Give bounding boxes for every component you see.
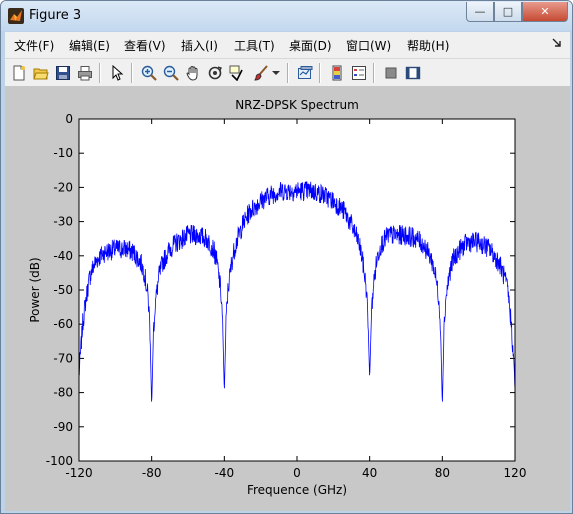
figure-window: Figure 3 — □ ✕ 文件(F) 编辑(E) 查看(V) 插入(I) 工… bbox=[0, 0, 573, 514]
menu-tools[interactable]: 工具(T) bbox=[234, 37, 275, 54]
matlab-logo-icon bbox=[8, 8, 24, 24]
figure-toolbar bbox=[5, 58, 570, 87]
menu-window[interactable]: 窗口(W) bbox=[346, 37, 391, 54]
legend-icon[interactable] bbox=[349, 63, 369, 83]
menu-file[interactable]: 文件(F) bbox=[14, 37, 54, 54]
menu-desktop[interactable]: 桌面(D) bbox=[289, 37, 332, 54]
new-figure-icon[interactable] bbox=[9, 63, 29, 83]
spectrum-plot[interactable]: NRZ-DPSK Spectrum Frequence (GHz) Power … bbox=[5, 86, 570, 511]
y-tick-label: -10 bbox=[53, 146, 73, 160]
maximize-button[interactable]: □ bbox=[494, 2, 522, 22]
y-tick-label: -40 bbox=[53, 249, 73, 263]
menu-help[interactable]: 帮助(H) bbox=[407, 37, 449, 54]
data-cursor-icon[interactable] bbox=[227, 63, 247, 83]
show-plot-tools-icon[interactable] bbox=[403, 63, 423, 83]
y-tick-label: -60 bbox=[53, 317, 73, 331]
save-icon[interactable] bbox=[53, 63, 73, 83]
zoom-out-icon[interactable] bbox=[161, 63, 181, 83]
y-tick-label: -100 bbox=[46, 454, 73, 468]
title-bar[interactable]: Figure 3 — □ ✕ bbox=[1, 1, 572, 31]
y-tick-label: -30 bbox=[53, 215, 73, 229]
brush-icon[interactable] bbox=[251, 63, 271, 83]
x-tick-label: 120 bbox=[504, 466, 527, 480]
close-button[interactable]: ✕ bbox=[522, 2, 568, 22]
y-axis-label: Power (dB) bbox=[28, 257, 42, 322]
menu-insert[interactable]: 插入(I) bbox=[181, 37, 218, 54]
menu-edit[interactable]: 编辑(E) bbox=[69, 37, 110, 54]
dock-arrow-icon[interactable] bbox=[552, 38, 562, 48]
y-tick-label: -90 bbox=[53, 420, 73, 434]
figure-canvas[interactable]: NRZ-DPSK Spectrum Frequence (GHz) Power … bbox=[5, 86, 570, 511]
window-title: Figure 3 bbox=[29, 8, 82, 23]
rotate-3d-icon[interactable] bbox=[205, 63, 225, 83]
open-file-icon[interactable] bbox=[31, 63, 51, 83]
brush-dropdown-icon[interactable] bbox=[271, 63, 281, 83]
x-tick-label: 0 bbox=[293, 466, 301, 480]
hide-plot-tools-icon[interactable] bbox=[381, 63, 401, 83]
menu-view[interactable]: 查看(V) bbox=[124, 37, 166, 54]
link-plot-icon[interactable] bbox=[295, 63, 315, 83]
pan-hand-icon[interactable] bbox=[183, 63, 203, 83]
zoom-in-icon[interactable] bbox=[139, 63, 159, 83]
y-tick-label: -70 bbox=[53, 351, 73, 365]
x-axis-label: Frequence (GHz) bbox=[247, 483, 347, 497]
y-tick-label: -80 bbox=[53, 386, 73, 400]
menu-bar: 文件(F) 编辑(E) 查看(V) 插入(I) 工具(T) 桌面(D) 窗口(W… bbox=[5, 32, 570, 58]
x-tick-label: -120 bbox=[65, 466, 92, 480]
x-tick-label: -40 bbox=[215, 466, 235, 480]
x-tick-label: 40 bbox=[362, 466, 377, 480]
axes-background bbox=[79, 119, 515, 461]
y-tick-label: 0 bbox=[65, 112, 73, 126]
minimize-button[interactable]: — bbox=[466, 2, 494, 22]
chart-title: NRZ-DPSK Spectrum bbox=[235, 98, 359, 112]
print-icon[interactable] bbox=[75, 63, 95, 83]
y-tick-label: -20 bbox=[53, 180, 73, 194]
x-tick-label: -80 bbox=[142, 466, 162, 480]
y-tick-label: -50 bbox=[53, 283, 73, 297]
pointer-icon[interactable] bbox=[107, 63, 127, 83]
x-tick-label: 80 bbox=[435, 466, 450, 480]
colorbar-icon[interactable] bbox=[327, 63, 347, 83]
